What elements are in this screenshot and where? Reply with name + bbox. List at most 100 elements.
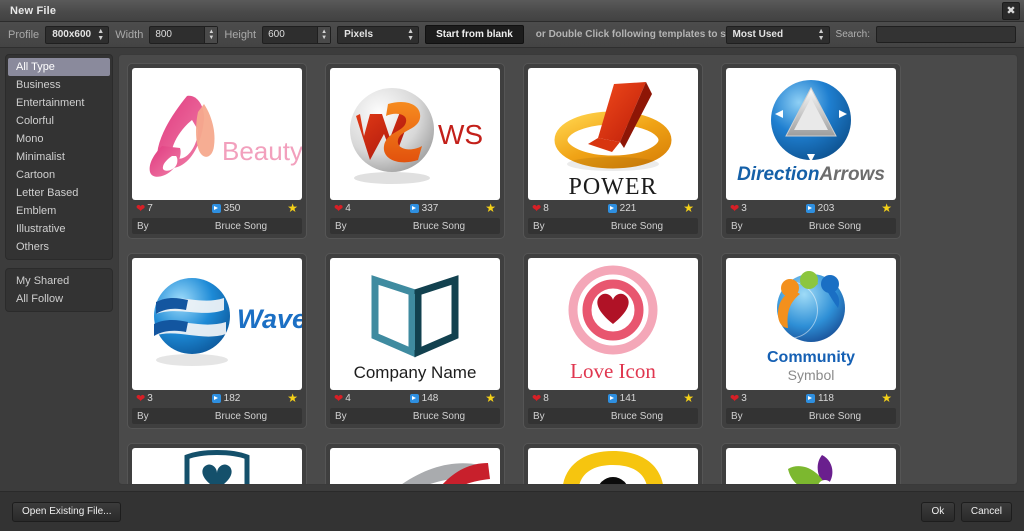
star-icon: ★	[881, 391, 892, 405]
template-thumbnail[interactable]	[330, 448, 500, 485]
sidebar-item-illustrative[interactable]: Illustrative	[8, 220, 110, 238]
star-icon: ★	[287, 391, 298, 405]
profile-label: Profile	[8, 29, 39, 41]
sidebar-item-letter-based[interactable]: Letter Based	[8, 184, 110, 202]
height-spinner[interactable]: ▲▼	[317, 27, 330, 43]
search-input[interactable]	[876, 26, 1016, 43]
sidebar-item-entertainment[interactable]: Entertainment	[8, 94, 110, 112]
view-count: 203	[786, 203, 854, 214]
width-stepper[interactable]: ▲▼	[149, 26, 218, 44]
sidebar-item-mono[interactable]: Mono	[8, 130, 110, 148]
favorite-toggle[interactable]: ★	[458, 392, 496, 405]
favorite-toggle[interactable]: ★	[854, 202, 892, 215]
category-list: All TypeBusinessEntertainmentColorfulMon…	[5, 54, 113, 260]
sidebar-item-all-type[interactable]: All Type	[8, 58, 110, 76]
template-stats: ❤3182★	[132, 390, 302, 407]
sidebar-item-colorful[interactable]: Colorful	[8, 112, 110, 130]
template-card[interactable]: DirectionArrows ❤3203★ByBruce Song	[721, 63, 901, 239]
template-stats: ❤3118 ★	[726, 390, 896, 407]
favorite-toggle[interactable]: ★	[260, 202, 298, 215]
author-by-label: By	[533, 221, 581, 232]
author-name: Bruce Song	[779, 221, 891, 232]
template-card[interactable]: Wave❤3182★ByBruce Song	[127, 253, 307, 429]
template-author: ByBruce Song	[528, 408, 698, 424]
like-count[interactable]: ❤4	[334, 202, 390, 215]
template-card[interactable]: WS❤4337★ByBruce Song	[325, 63, 505, 239]
template-thumbnail[interactable]	[528, 448, 698, 485]
sidebar-item-my-shared[interactable]: My Shared	[8, 272, 110, 290]
chevron-updown-icon: ▲▼	[818, 28, 825, 42]
author-name: Bruce Song	[779, 411, 891, 422]
like-count[interactable]: ❤3	[730, 202, 786, 215]
views-icon	[806, 394, 815, 403]
template-card[interactable]: Community Symbol ❤3118 ★ ByBruce Song	[721, 253, 901, 429]
like-count[interactable]: ❤3	[136, 392, 192, 405]
views-icon	[410, 204, 419, 213]
height-stepper[interactable]: ▲▼	[262, 26, 331, 44]
author-by-label: By	[731, 411, 779, 422]
like-count[interactable]: ❤3	[730, 392, 786, 405]
views-icon	[212, 204, 221, 213]
search-label: Search:	[836, 29, 870, 40]
start-from-blank-button[interactable]: Start from blank	[425, 25, 524, 44]
template-thumbnail[interactable]	[132, 448, 302, 485]
sort-select[interactable]: Most Used ▲▼	[726, 26, 830, 44]
ok-button[interactable]: Ok	[921, 502, 955, 522]
like-count[interactable]: ❤4	[334, 392, 390, 405]
like-count-value: 3	[147, 393, 153, 404]
profile-select[interactable]: 800x600 ▲▼	[45, 26, 109, 44]
sidebar-item-all-follow[interactable]: All Follow	[8, 290, 110, 308]
template-thumbnail[interactable]: Beauty	[132, 68, 302, 200]
heart-icon: ❤	[334, 202, 343, 215]
template-card[interactable]	[325, 443, 505, 485]
sidebar-item-business[interactable]: Business	[8, 76, 110, 94]
shared-list: My SharedAll Follow	[5, 268, 113, 312]
view-count: 221	[588, 203, 656, 214]
favorite-toggle[interactable]: ★	[656, 392, 694, 405]
like-count-value: 4	[345, 203, 351, 214]
close-icon[interactable]: ✖	[1002, 2, 1020, 20]
unit-select[interactable]: Pixels ▲▼	[337, 26, 419, 44]
favorite-toggle[interactable]: ★	[458, 202, 496, 215]
width-input[interactable]	[150, 27, 204, 43]
template-card[interactable]: Beauty❤7350★ByBruce Song	[127, 63, 307, 239]
like-count[interactable]: ❤8	[532, 202, 588, 215]
sidebar: All TypeBusinessEntertainmentColorfulMon…	[0, 48, 118, 491]
height-input[interactable]	[263, 27, 317, 43]
template-card[interactable]	[523, 443, 703, 485]
template-card[interactable]: Love Icon ❤8141★ ByBruce Song	[523, 253, 703, 429]
view-count: 118	[786, 393, 854, 404]
star-icon: ★	[287, 201, 298, 215]
view-count: 141	[588, 393, 656, 404]
template-thumbnail[interactable]: WS	[330, 68, 500, 200]
template-thumbnail[interactable]: POWER	[528, 68, 698, 200]
svg-text:WS: WS	[438, 119, 483, 150]
svg-text:Company Name: Company Name	[354, 363, 477, 382]
template-card[interactable]: POWER❤8221★ByBruce Song	[523, 63, 703, 239]
template-card[interactable]	[721, 443, 901, 485]
like-count-value: 4	[345, 393, 351, 404]
favorite-toggle[interactable]: ★	[656, 202, 694, 215]
like-count-value: 3	[741, 203, 747, 214]
like-count[interactable]: ❤7	[136, 202, 192, 215]
template-thumbnail[interactable]: Company Name	[330, 258, 500, 390]
width-spinner[interactable]: ▲▼	[204, 27, 217, 43]
template-thumbnail[interactable]: Wave	[132, 258, 302, 390]
sidebar-item-emblem[interactable]: Emblem	[8, 202, 110, 220]
sidebar-item-minimalist[interactable]: Minimalist	[8, 148, 110, 166]
template-card[interactable]	[127, 443, 307, 485]
template-thumbnail[interactable]: DirectionArrows	[726, 68, 896, 200]
like-count[interactable]: ❤8	[532, 392, 588, 405]
template-thumbnail[interactable]	[726, 448, 896, 485]
template-thumbnail[interactable]: Love Icon	[528, 258, 698, 390]
like-count-value: 8	[543, 393, 549, 404]
template-card[interactable]: Company Name❤4148★ByBruce Song	[325, 253, 505, 429]
template-thumbnail[interactable]: Community Symbol	[726, 258, 896, 390]
favorite-toggle[interactable]: ★	[854, 392, 892, 405]
favorite-toggle[interactable]: ★	[260, 392, 298, 405]
template-gallery[interactable]: Beauty❤7350★ByBruce Song WS❤4337★ByBruce…	[118, 54, 1018, 485]
sidebar-item-cartoon[interactable]: Cartoon	[8, 166, 110, 184]
sidebar-item-others[interactable]: Others	[8, 238, 110, 256]
open-existing-file-button[interactable]: Open Existing File...	[12, 502, 121, 522]
cancel-button[interactable]: Cancel	[961, 502, 1012, 522]
